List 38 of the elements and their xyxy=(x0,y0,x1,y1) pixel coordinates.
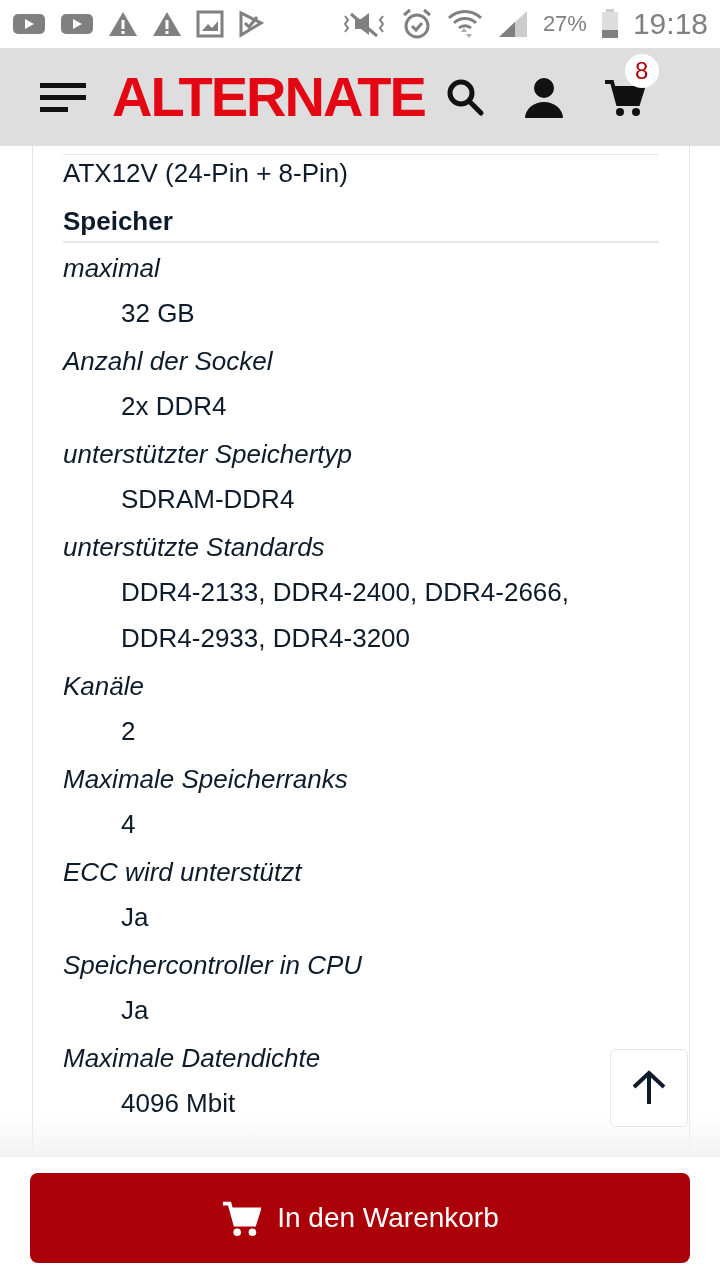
video-icon xyxy=(60,12,94,36)
spec-value: 32 GB xyxy=(120,297,196,330)
section-heading: Speicher xyxy=(63,201,659,243)
spec-label: unterstützte Standards xyxy=(63,531,326,564)
menu-icon[interactable] xyxy=(40,81,86,113)
spec-label: unterstützter Speichertyp xyxy=(63,438,354,471)
wifi-icon xyxy=(446,8,483,40)
cart-count-badge: 8 xyxy=(624,54,659,88)
spec-value: Ja xyxy=(120,994,150,1027)
spec-label: Kanäle xyxy=(63,670,145,703)
spec-value: ATX12V (24-Pin + 8-Pin) xyxy=(63,154,659,191)
spec-value: SDRAM-DDR4 xyxy=(120,483,296,516)
scroll-to-top-button[interactable] xyxy=(610,1049,688,1127)
spec-label: ECC wird unterstützt xyxy=(63,856,304,889)
spec-value: DDR4-2133, DDR4-2400, DDR4-2666, xyxy=(120,576,570,609)
clock-time: 19:18 xyxy=(632,7,708,41)
battery-icon xyxy=(600,9,619,39)
user-icon[interactable] xyxy=(522,76,565,118)
spec-label: Anzahl der Sockel xyxy=(63,345,274,378)
battery-percent: 27% xyxy=(542,11,587,37)
check-icon xyxy=(238,10,264,38)
spec-value: DDR4-2933, DDR4-3200 xyxy=(120,622,412,655)
spec-value: 4096 Mbit xyxy=(120,1087,237,1120)
warning-icon xyxy=(108,11,138,37)
spec-value: 2x DDR4 xyxy=(120,390,228,423)
spec-value: 2 xyxy=(120,715,137,748)
spec-label: Speichercontroller in CPU xyxy=(63,949,364,982)
add-to-cart-button[interactable]: In den Warenkorb xyxy=(30,1173,690,1263)
spec-value: Ja xyxy=(120,901,150,934)
logo[interactable]: ALTERNATE xyxy=(112,69,425,125)
spec-value: 4 xyxy=(120,808,137,841)
spec-label: Maximale Speicherranks xyxy=(63,763,349,796)
video-icon xyxy=(12,12,46,36)
alarm-icon xyxy=(400,8,433,40)
spec-label: Maximale Datendichte xyxy=(63,1042,322,1075)
image-icon xyxy=(196,10,224,38)
spec-label: maximal xyxy=(63,252,162,285)
warning-icon xyxy=(152,11,182,37)
